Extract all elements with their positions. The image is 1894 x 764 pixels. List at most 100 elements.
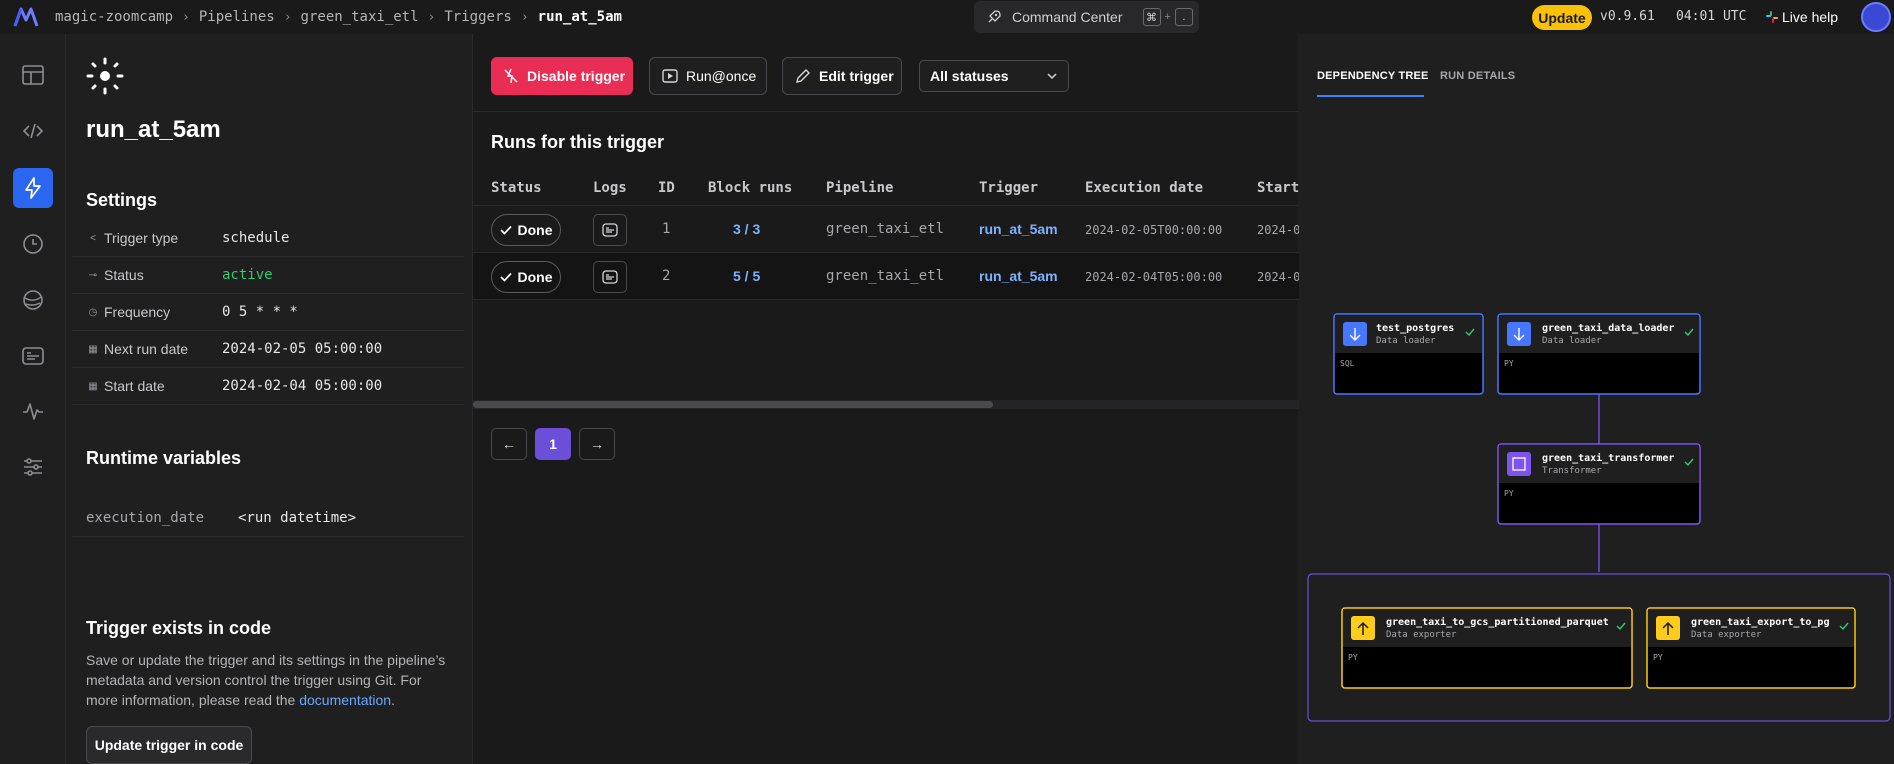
breadcrumb-pipelines[interactable]: Pipelines [199,9,275,25]
kbd-period: . [1174,8,1193,26]
slack-icon [1766,11,1778,23]
pipeline-name: green_taxi_etl [826,268,945,284]
edit-trigger-button[interactable]: Edit trigger [782,57,902,95]
table-row[interactable]: Done 1 3 / 3 green_taxi_etl run_at_5am 2… [473,206,1299,253]
runtime-heading: Runtime variables [86,448,242,468]
code-text-end: . [391,692,395,708]
command-center-label: Command Center [1012,9,1123,25]
breadcrumb-pipeline[interactable]: green_taxi_etl [301,9,419,25]
clock-icon [23,234,43,254]
block-language: PY [1504,359,1514,368]
block-name: green_taxi_to_gcs_partitioned_parquet [1386,616,1609,628]
next-page-button[interactable]: → [579,428,615,460]
logs-button[interactable] [593,261,627,293]
block-node-green-taxi-to-gcs[interactable]: green_taxi_to_gcs_partitioned_parquet Da… [1341,607,1633,689]
block-node-green-taxi-transformer[interactable]: green_taxi_transformer Transformer PY [1497,443,1701,525]
mage-logo-icon[interactable] [13,6,39,28]
dashboard-icon [22,65,44,85]
nav-triggers[interactable] [13,168,53,208]
nav-dashboard[interactable] [13,55,53,95]
table-row[interactable]: Done 2 5 / 5 green_taxi_etl run_at_5am 2… [473,253,1299,300]
started-at: 2024-02 [1257,223,1299,237]
breadcrumb-triggers[interactable]: Triggers [444,9,511,25]
run-id: 2 [662,268,671,284]
update-button[interactable]: Update [1532,5,1592,30]
nav-terminal[interactable] [13,336,53,376]
breadcrumb-project[interactable]: magic-zoomcamp [55,9,173,25]
code-description: Save or update the trigger and its setti… [86,650,456,710]
block-type: Data exporter [1691,630,1762,640]
chevron-right-icon: › [520,9,529,25]
block-language: SQL [1340,359,1355,368]
code-icon [22,123,44,139]
block-runs-link[interactable]: 5 / 5 [733,268,760,284]
edit-trigger-label: Edit trigger [819,68,894,84]
run-id: 1 [662,221,671,237]
nav-backfills[interactable] [13,280,53,320]
breadcrumb-current: run_at_5am [537,9,622,25]
pipeline-name: green_taxi_etl [826,221,945,237]
setting-value: schedule [222,230,290,246]
started-at: 2024-02 [1257,270,1299,284]
activity-icon [23,403,43,420]
block-name: green_taxi_export_to_pg [1691,616,1829,628]
rocket-icon [988,10,1001,23]
chevron-down-icon [1047,73,1057,80]
check-icon [499,225,512,235]
nav-settings[interactable] [13,447,53,487]
live-help-label: Live help [1782,9,1839,25]
version-label: v0.9.61 [1600,9,1655,24]
trigger-detail-panel: run_at_5am Settings < Trigger type sched… [70,34,466,764]
block-runs-link[interactable]: 3 / 3 [733,221,760,237]
block-language: PY [1653,653,1663,662]
block-type: Data exporter [1386,630,1457,640]
command-center-button[interactable]: Command Center ⌘ + . [974,1,1199,33]
status-badge[interactable]: Done [491,261,561,293]
prev-page-button[interactable]: ← [491,428,527,460]
status-label: Done [517,269,553,285]
status-value: active [222,267,273,283]
block-node-green-taxi-data-loader[interactable]: green_taxi_data_loader Data loader PY [1497,313,1701,395]
nav-runs[interactable] [13,224,53,264]
col-trigger: Trigger [979,180,1039,196]
block-node-green-taxi-export-to-pg[interactable]: green_taxi_export_to_pg Data exporter PY [1646,607,1856,689]
runtime-var-name: execution_date [86,510,205,526]
scrollbar-thumb[interactable] [473,401,993,408]
clock-icon: ◷ [88,306,98,318]
live-help-link[interactable]: Live help [1766,0,1838,34]
logs-button[interactable] [593,214,627,246]
block-node-test-postgres[interactable]: test_postgres Data loader SQL [1333,313,1484,395]
check-icon [499,272,512,282]
setting-label: Start date [104,378,165,394]
update-trigger-in-code-button[interactable]: Update trigger in code [86,726,252,764]
page-1-button[interactable]: 1 [535,428,571,460]
status-filter-select[interactable]: All statuses [919,60,1069,92]
disable-trigger-button[interactable]: Disable trigger [491,57,633,95]
trigger-link[interactable]: run_at_5am [979,268,1058,284]
documentation-link[interactable]: documentation [299,692,391,708]
setting-row-frequency: ◷ Frequency 0 5 * * * [72,294,464,331]
nav-monitor[interactable] [13,391,53,431]
schedule-sun-icon [86,57,124,95]
run-once-button[interactable]: Run@once [649,57,767,95]
avatar[interactable] [1861,2,1891,32]
status-badge[interactable]: Done [491,214,561,246]
logs-icon [602,223,618,237]
trigger-link[interactable]: run_at_5am [979,221,1058,237]
nav-code[interactable] [13,111,53,151]
block-type: Data loader [1542,336,1602,346]
setting-row-next-run: ▦ Next run date 2024-02-05 05:00:00 [72,331,464,368]
block-name: green_taxi_data_loader [1542,322,1674,334]
execution-date: 2024-02-04T05:00:00 [1085,270,1223,284]
col-status: Status [491,180,542,196]
block-type-swatch [1507,452,1531,476]
logs-icon [602,270,618,284]
breadcrumb: magic-zoomcamp › Pipelines › green_taxi_… [55,0,622,34]
runtime-var-value: <run datetime> [238,510,357,526]
trigger-name: run_at_5am [86,116,221,143]
runs-title: Runs for this trigger [491,132,665,152]
setting-value: 0 5 * * * [222,304,298,320]
dependency-panel: DEPENDENCY TREE RUN DETAILS test_postgre… [1300,34,1894,764]
col-started: Started [1257,180,1299,196]
horizontal-scrollbar[interactable] [473,400,1299,409]
